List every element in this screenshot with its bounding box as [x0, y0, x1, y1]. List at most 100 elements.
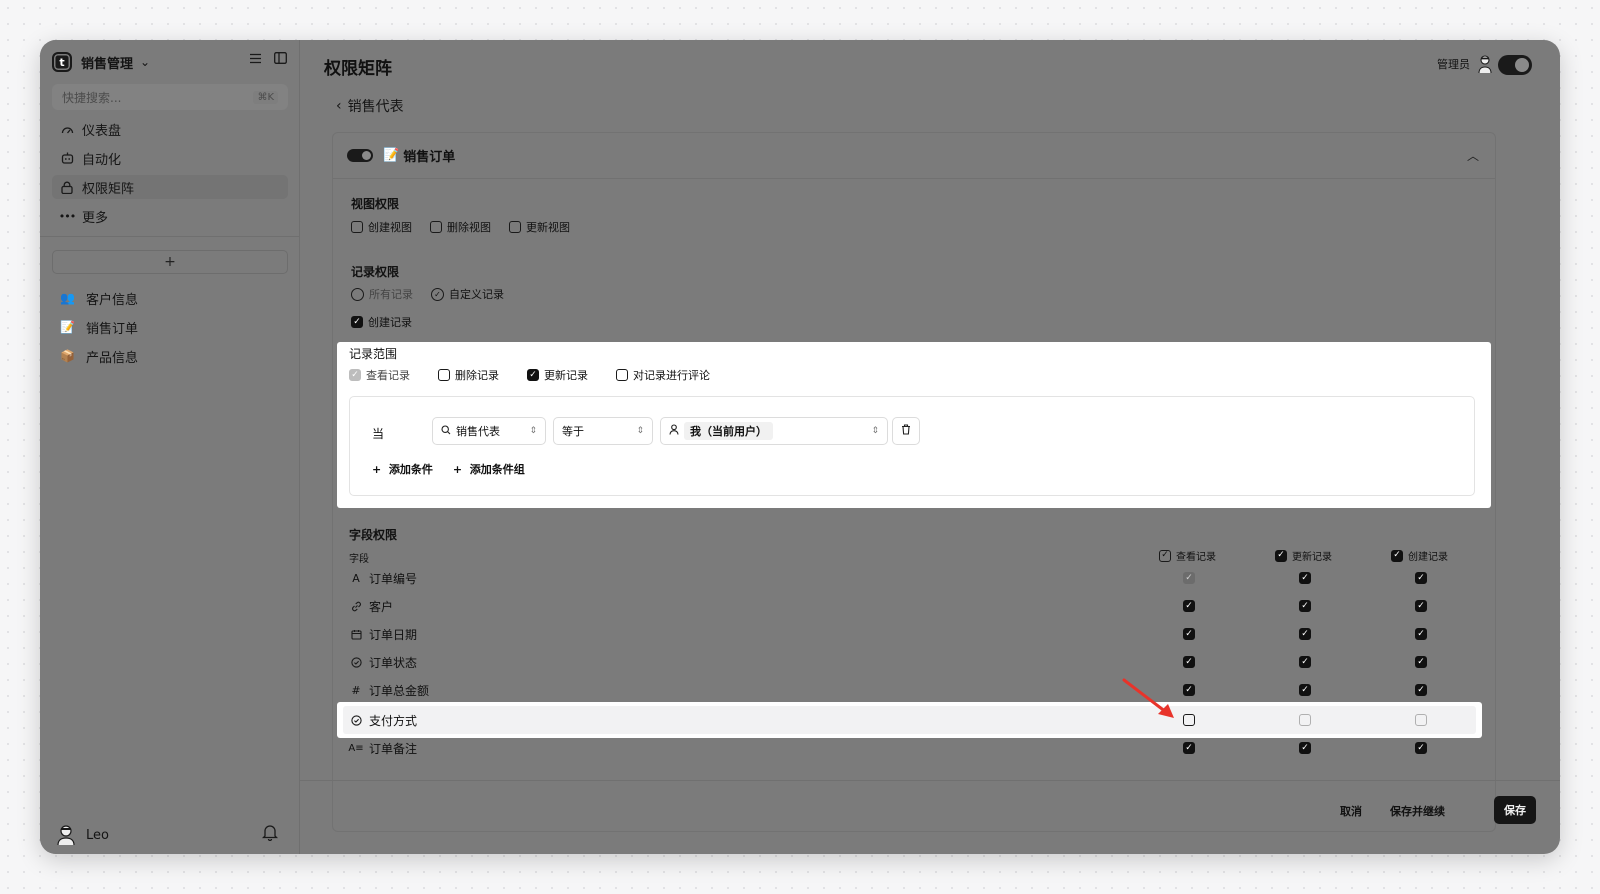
calendar-icon [349, 629, 363, 640]
condition-value-select[interactable]: 我（当前用户） ⇕ [660, 417, 888, 445]
checkbox-view[interactable]: ✓ [1183, 572, 1195, 584]
chevron-down-icon: ⌄ [140, 55, 151, 69]
checkbox-update[interactable]: ✓ [1299, 742, 1311, 754]
field-name: 支付方式 [369, 713, 418, 728]
nav-item-more[interactable]: ••• 更多 [52, 204, 288, 228]
field-name: 订单总金额 [369, 683, 430, 698]
checkbox-update-record[interactable]: ✓ 更新记录 [527, 367, 588, 383]
search-placeholder: 快捷搜索... [62, 90, 122, 105]
checkbox-label: 删除记录 [455, 369, 499, 382]
condition-field-select[interactable]: 销售代表 ⇕ [432, 417, 546, 445]
card-header[interactable]: 📝 销售订单 [333, 133, 1495, 179]
table-item-sales-orders[interactable]: 📝 销售订单 [52, 315, 288, 339]
chevron-up-icon[interactable]: ︿ [1467, 147, 1479, 164]
gauge-icon [60, 124, 74, 134]
col-update-record[interactable]: ✓ 更新记录 [1275, 548, 1332, 563]
field-name: 客户 [369, 599, 394, 614]
add-condition-button[interactable]: + 添加条件 [372, 461, 433, 477]
field-row: 客户 ✓ ✓ ✓ [349, 592, 1479, 620]
checkbox-create[interactable]: ✓ [1415, 742, 1427, 754]
checkbox-create[interactable]: ✓ [1415, 684, 1427, 696]
user-icon [669, 424, 679, 438]
table-enable-toggle[interactable] [347, 149, 373, 162]
nav-item-permission-matrix[interactable]: 权限矩阵 [52, 175, 288, 199]
button-label: 添加条件 [388, 463, 433, 476]
checkbox-update[interactable]: ✓ [1299, 628, 1311, 640]
checkbox-update[interactable] [1299, 714, 1311, 726]
radio-circle [351, 287, 364, 301]
add-table-button[interactable]: + [52, 250, 288, 274]
select-value-tag: 我（当前用户） [684, 422, 773, 440]
checkbox-label: 查看记录 [366, 369, 410, 382]
checkbox-view[interactable]: ✓ [1183, 628, 1195, 640]
field-row: 订单日期 ✓ ✓ ✓ [349, 620, 1479, 648]
radio-label: 所有记录 [369, 288, 413, 301]
nav-item-automation[interactable]: 自动化 [52, 146, 288, 170]
checkbox-view[interactable]: ✓ [1183, 600, 1195, 612]
checkbox-create-view[interactable]: 创建视图 [351, 219, 412, 235]
checkbox-create[interactable] [1415, 714, 1427, 726]
col-view-record[interactable]: ✓ 查看记录 [1159, 548, 1216, 563]
trash-icon [901, 424, 911, 438]
checkbox-update[interactable]: ✓ [1299, 600, 1311, 612]
checkbox-create[interactable]: ✓ [1415, 628, 1427, 640]
save-button[interactable]: 保存 [1494, 796, 1536, 824]
search-shortcut: ⌘K [253, 90, 278, 104]
app-window: t 销售管理 ⌄ 快捷搜索... ⌘K 仪表盘 自动化 权限矩阵 ••• 更多 … [40, 40, 1560, 854]
cancel-button[interactable]: 取消 [1340, 803, 1362, 819]
workspace-switcher[interactable]: t 销售管理 ⌄ [52, 48, 150, 76]
bell-icon[interactable] [261, 824, 279, 844]
col-create-record[interactable]: ✓ 创建记录 [1391, 548, 1448, 563]
nav-item-dashboard[interactable]: 仪表盘 [52, 117, 288, 141]
checkbox-box: ✓ [1275, 549, 1287, 562]
menu-icon[interactable] [249, 52, 262, 64]
checkbox-delete-view[interactable]: 删除视图 [430, 219, 491, 235]
delete-condition-button[interactable] [892, 417, 920, 445]
checkbox-create[interactable]: ✓ [1415, 600, 1427, 612]
chevron-updown-icon: ⇕ [529, 426, 537, 436]
table-item-products[interactable]: 📦 产品信息 [52, 344, 288, 368]
field-name: 订单编号 [369, 571, 418, 586]
radio-all-records[interactable]: 所有记录 [351, 286, 413, 302]
checkbox-delete-record[interactable]: 删除记录 [438, 367, 499, 383]
checkbox-comment-record[interactable]: 对记录进行评论 [616, 367, 710, 383]
add-condition-group-button[interactable]: + 添加条件组 [453, 461, 525, 477]
checkbox-create[interactable]: ✓ [1415, 572, 1427, 584]
checkbox-box: ✓ [351, 316, 363, 328]
status-icon [349, 656, 363, 668]
package-icon: 📦 [60, 349, 75, 363]
checkbox-box: ✓ [349, 369, 361, 381]
checkbox-view[interactable]: ✓ [1183, 684, 1195, 696]
field-name: 订单备注 [369, 741, 418, 756]
checkbox-view-record[interactable]: ✓ 查看记录 [349, 367, 410, 383]
checkbox-label: 更新记录 [544, 369, 588, 382]
select-value: 等于 [562, 425, 584, 438]
condition-operator-select[interactable]: 等于 ⇕ [553, 417, 653, 445]
checkbox-view[interactable]: ✓ [1183, 656, 1195, 668]
text-icon: A [352, 571, 360, 585]
theme-toggle[interactable] [1498, 55, 1532, 75]
checkbox-create-record[interactable]: ✓ 创建记录 [351, 314, 412, 330]
record-perm-title: 记录权限 [351, 265, 400, 279]
checkbox-update[interactable]: ✓ [1299, 684, 1311, 696]
checkbox-label: 对记录进行评论 [633, 369, 710, 382]
save-continue-button[interactable]: 保存并继续 [1390, 803, 1445, 819]
lock-icon [60, 181, 74, 194]
table-item-customers[interactable]: 👥 客户信息 [52, 286, 288, 310]
admin-badge[interactable]: 管理员 [1437, 54, 1492, 74]
search-icon [441, 424, 451, 438]
view-perm-title: 视图权限 [351, 197, 400, 211]
radio-custom-records[interactable]: ✓ 自定义记录 [431, 286, 504, 302]
checkbox-update-view[interactable]: 更新视图 [509, 219, 570, 235]
checkbox-view[interactable] [1183, 714, 1195, 726]
workspace-name: 销售管理 [81, 56, 134, 72]
back-link[interactable]: ‹ 销售代表 [336, 96, 404, 116]
sidebar-toggle-icon[interactable] [274, 52, 287, 64]
checkbox-view[interactable]: ✓ [1183, 742, 1195, 754]
quick-search-input[interactable]: 快捷搜索... ⌘K [52, 84, 288, 110]
checkbox-update[interactable]: ✓ [1299, 656, 1311, 668]
column-label: 更新记录 [1292, 552, 1332, 563]
checkbox-create[interactable]: ✓ [1415, 656, 1427, 668]
user-profile[interactable]: Leo [56, 824, 109, 846]
checkbox-update[interactable]: ✓ [1299, 572, 1311, 584]
